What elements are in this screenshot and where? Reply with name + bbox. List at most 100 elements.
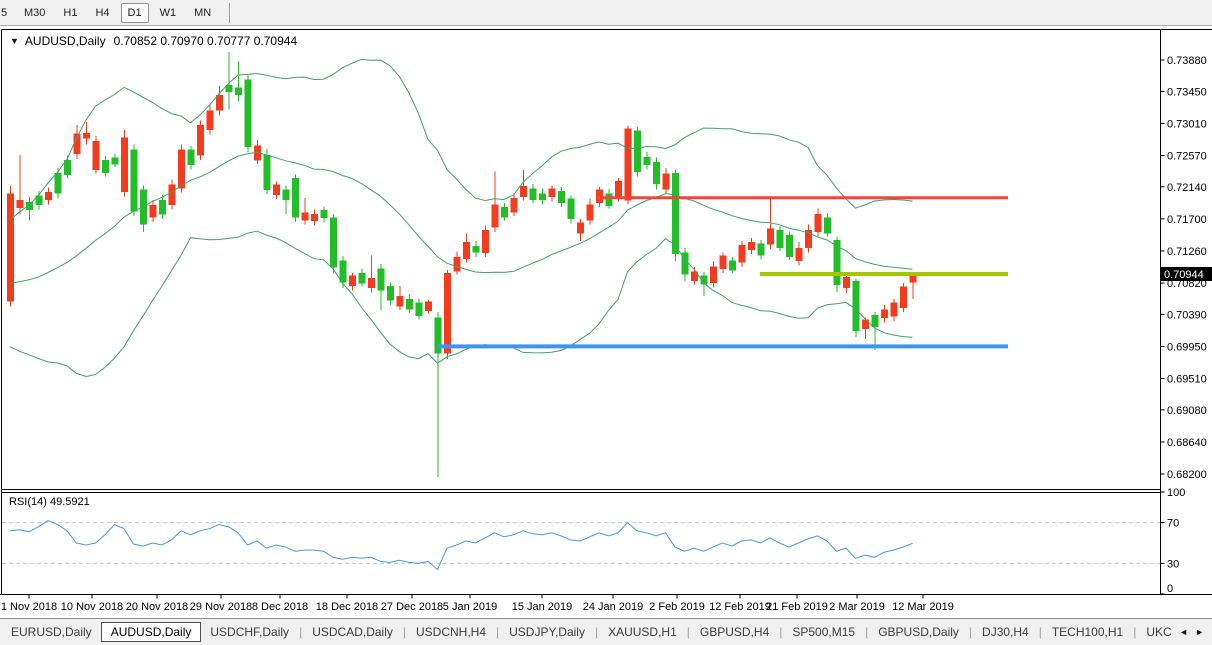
candle-body [710,266,717,283]
price-axis-label: 0.71260 [1167,246,1207,258]
candle-body [473,246,480,253]
timeframe-button-D1[interactable]: D1 [121,3,149,23]
tab-scroll-left-icon[interactable]: ◄ [1179,627,1188,637]
candle-body [824,217,831,233]
time-axis-label: 8 Dec 2018 [252,601,308,613]
candle-body [150,205,157,217]
candle-body [463,242,470,259]
candle-body [292,178,299,217]
time-axis-label: 12 Mar 2019 [892,601,954,613]
candle-body [55,173,62,193]
candle-body [492,204,499,227]
candle-body [397,296,404,306]
current-price-value: 0.70944 [1164,269,1204,281]
candle-body [131,150,138,212]
timeframe-button-MN[interactable]: MN [187,3,218,23]
chart-area: 0.738800.734500.730100.725700.721400.717… [0,26,1212,618]
candle-body [758,244,765,256]
rsi-level-label: 70 [1167,518,1179,530]
tab-sp500-m15[interactable]: SP500,M15 [783,622,864,642]
candle-body [587,204,594,220]
price-axis-label: 0.68200 [1167,469,1207,481]
price-axis-label: 0.73880 [1167,55,1207,67]
tab-xauusd-h1[interactable]: XAUUSD,H1 [599,622,686,642]
candle-body [739,245,746,263]
candle-body [625,129,632,201]
time-axis-label: 18 Dec 2018 [316,601,378,613]
candle-body [311,214,318,221]
rsi-pane-canvas[interactable] [2,493,1160,595]
candle-body [577,223,584,234]
time-axis-label: 29 Nov 2018 [190,601,252,613]
price-axis-label: 0.72140 [1167,182,1207,194]
candle-body [843,277,850,288]
time-axis-label: 21 Feb 2019 [766,601,828,613]
candle-body [748,242,755,250]
candle-body [501,207,508,217]
timeframe-toolbar: 5M30H1H4D1W1MN [0,0,1212,26]
toolbar-separator [229,3,230,23]
price-axis-label: 0.70390 [1167,309,1207,321]
candle-body [853,281,860,331]
candle-body [93,141,100,170]
mt4-window: 5M30H1H4D1W1MN 0.73880 0.73450 0.73010 0.72… [0,0,1212,645]
time-axis-label: 1 Nov 2018 [1,601,57,613]
price-axis-label: 0.72570 [1167,150,1207,162]
tab-ukc[interactable]: UKC [1137,622,1175,642]
candle-body [767,228,774,244]
candle-body [159,200,166,215]
candle-body [245,80,252,147]
tab-dj30-h4[interactable]: DJ30,H4 [973,622,1038,642]
candle-body [720,255,727,269]
candle-body [169,185,176,205]
tab-usdchf-daily[interactable]: USDCHF,Daily [201,622,298,642]
tab-usdcnh-h4[interactable]: USDCNH,H4 [407,622,495,642]
candle-body [634,131,641,173]
tab-eurusd-daily[interactable]: EURUSD,Daily [2,622,101,642]
candle-body [815,214,822,232]
candle-body [511,198,518,213]
candle-body [207,110,214,130]
price-axis-label: 0.69510 [1167,374,1207,386]
price-axis-label: 0.73010 [1167,118,1207,130]
candle-body [378,269,385,291]
tab-audusd-daily[interactable]: AUDUSD,Daily [101,622,202,642]
tab-tech100-h1[interactable]: TECH100,H1 [1043,622,1132,642]
candle-body [178,150,185,189]
timeframe-button-H1[interactable]: H1 [56,3,84,23]
candle-body [606,193,613,205]
tab-scroll-right-icon[interactable]: ► [1195,627,1204,637]
candle-body [881,309,888,318]
tab-usdcad-daily[interactable]: USDCAD,Daily [303,622,402,642]
candle-body [786,235,793,257]
candle-body [264,155,271,190]
candle-body [672,173,679,254]
candle-body [615,181,622,197]
main-pane-canvas[interactable] [2,30,1160,490]
price-axis-label: 0.73450 [1167,86,1207,98]
timeframe-button-5[interactable]: 5 [0,3,13,23]
timeframe-button-H4[interactable]: H4 [88,3,116,23]
candle-body [340,260,347,282]
time-axis-label: 27 Dec 2018 [381,601,443,613]
timeframe-button-M30[interactable]: M30 [17,3,52,23]
candle-body [520,186,527,197]
candle-body [406,299,413,309]
chart-canvas-svg: 0.738800.734500.730100.725700.721400.717… [0,26,1212,618]
timeframe-button-W1[interactable]: W1 [153,3,184,23]
time-axis-label: 10 Nov 2018 [61,601,123,613]
time-axis-label: 5 Jan 2019 [443,601,497,613]
tab-gbpusd-h4[interactable]: GBPUSD,H4 [691,622,778,642]
tab-gbpusd-daily[interactable]: GBPUSD,Daily [869,622,968,642]
time-axis-label: 24 Jan 2019 [583,601,644,613]
tab-usdjpy-daily[interactable]: USDJPY,Daily [500,622,594,642]
candle-body [454,257,461,272]
time-axis-label: 12 Feb 2019 [709,601,771,613]
candle-body [796,248,803,261]
tab-scroll-arrows: ◄ ► [1175,627,1210,637]
candle-body [425,301,432,311]
candle-body [216,95,223,110]
time-axis-label: 15 Jan 2019 [512,601,573,613]
candle-body [349,276,356,286]
candle-body [368,278,375,288]
